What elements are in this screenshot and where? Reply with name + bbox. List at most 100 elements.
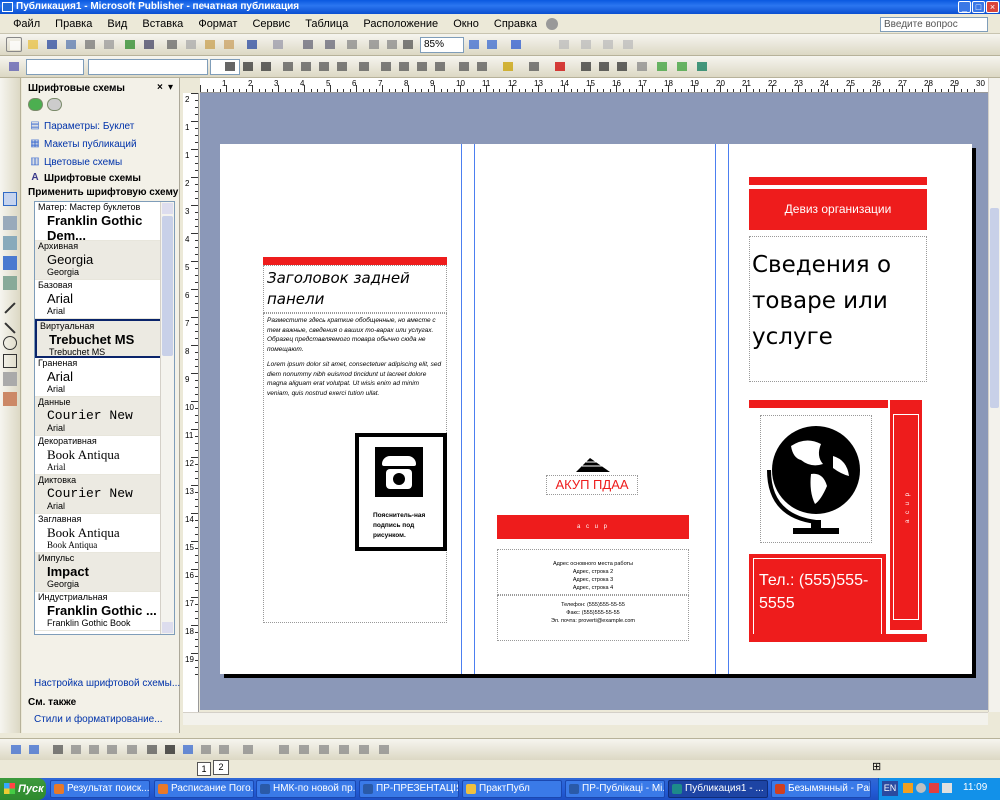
tray-network-icon[interactable] xyxy=(916,783,926,793)
menu-edit[interactable]: Правка xyxy=(49,14,98,34)
crop-icon[interactable] xyxy=(144,742,160,757)
font-scheme-item[interactable]: Декоративная Book Antiqua Arial xyxy=(35,436,174,475)
numbering-icon[interactable] xyxy=(378,59,394,74)
font-scheme-item[interactable]: Данные Courier New Arial xyxy=(35,397,174,436)
help-icon[interactable] xyxy=(508,37,524,52)
underline-icon[interactable] xyxy=(258,59,274,74)
special-chars-icon[interactable] xyxy=(384,37,400,52)
layout-tool-icon[interactable] xyxy=(50,742,66,757)
minimize-button[interactable]: _ xyxy=(958,1,971,13)
font-scheme-item[interactable]: Индустриальная Franklin Gothic ... Frankli… xyxy=(35,592,174,631)
menu-table[interactable]: Таблица xyxy=(299,14,354,34)
tray-volume-icon[interactable] xyxy=(942,783,952,793)
address-frame[interactable]: Адрес основного места работы Адрес, стро… xyxy=(497,549,689,595)
undo-icon[interactable] xyxy=(244,37,260,52)
scroll-thumb[interactable] xyxy=(162,216,173,356)
logo-text[interactable]: АКУП ПДАА xyxy=(546,475,638,495)
vertical-ruler[interactable]: 2 1 1 2 3 4 5 6 7 8 9 10 11 12 13 14 15 16 17 18 19 xyxy=(183,93,199,713)
link-publication-designs[interactable]: Макеты публикаций xyxy=(44,139,137,150)
circle-tool-icon[interactable] xyxy=(68,742,84,757)
link-color-schemes[interactable]: Цветовые схемы xyxy=(44,157,122,168)
next-frame-icon[interactable] xyxy=(620,37,636,52)
print-icon[interactable] xyxy=(82,37,98,52)
restore-button[interactable]: □ xyxy=(972,1,985,13)
line-color-icon[interactable] xyxy=(526,59,542,74)
picture-frame[interactable]: Пояснитель-ная подпись под рисунком. xyxy=(355,433,447,551)
flip-icon[interactable] xyxy=(124,742,140,757)
taskbar-button[interactable]: Расписание Пого... xyxy=(154,780,254,798)
scroll-down-icon[interactable] xyxy=(162,622,173,633)
design-gallery-icon[interactable] xyxy=(3,392,17,406)
print-preview-icon[interactable] xyxy=(101,37,117,52)
pen-icon[interactable] xyxy=(216,742,232,757)
taskbar-button[interactable]: Публикация1 - ... xyxy=(668,780,768,798)
search-file-icon[interactable] xyxy=(63,37,79,52)
brochure-page[interactable]: Заголовок задней панели Разместите здесь… xyxy=(220,144,972,674)
font-scheme-item[interactable]: Матер: Мастер буклетов Franklin Gothic De… xyxy=(35,202,174,253)
grow-font-icon[interactable] xyxy=(456,59,472,74)
font-scheme-item[interactable]: Граненая Arial Arial xyxy=(35,358,174,397)
italic-icon[interactable] xyxy=(240,59,256,74)
page-2-button[interactable]: 2 xyxy=(213,760,229,775)
arrow-tool-icon[interactable] xyxy=(4,322,16,334)
shadow-style-icon[interactable] xyxy=(634,59,650,74)
vertical-scrollbar[interactable] xyxy=(988,78,1000,712)
back-nav-icon[interactable] xyxy=(28,98,43,111)
menu-format[interactable]: Формат xyxy=(192,14,243,34)
bold-icon[interactable] xyxy=(222,59,238,74)
start-button[interactable]: Пуск xyxy=(0,778,46,800)
format-object-icon[interactable] xyxy=(694,59,710,74)
menu-insert[interactable]: Вставка xyxy=(136,14,189,34)
motto-banner[interactable]: Девиз организации xyxy=(749,189,927,230)
connect-frames-icon[interactable] xyxy=(556,37,572,52)
distribute-icon[interactable] xyxy=(296,742,312,757)
group-objects-icon[interactable] xyxy=(336,742,352,757)
rotate-left-icon[interactable] xyxy=(240,742,256,757)
font-color-icon[interactable] xyxy=(552,59,568,74)
disconnect-frames-icon[interactable] xyxy=(578,37,594,52)
zoom-in-icon[interactable] xyxy=(484,37,500,52)
snap-icon[interactable] xyxy=(104,742,120,757)
taskbar-button[interactable]: Результат поиск... xyxy=(50,780,150,798)
contacts-frame[interactable]: Телефон: (555)555-55-55 Факс: (555)555-5… xyxy=(497,595,689,641)
menu-arrange[interactable]: Расположение xyxy=(357,14,444,34)
align-center-icon[interactable] xyxy=(298,59,314,74)
font-scheme-item[interactable]: Базовая Arial Arial xyxy=(35,280,174,319)
font-scheme-item[interactable]: Архивная Georgia Georgia xyxy=(35,241,174,280)
arrow-style-icon[interactable] xyxy=(614,59,630,74)
font-scheme-item[interactable]: Виртуальная Trebuchet MS Trebuchet MS xyxy=(35,319,174,358)
back-title-frame[interactable]: Заголовок задней панели xyxy=(263,265,447,313)
columns-icon[interactable] xyxy=(366,37,382,52)
format-painter-icon[interactable] xyxy=(221,37,237,52)
justify-icon[interactable] xyxy=(334,59,350,74)
cross-tool-icon[interactable] xyxy=(86,742,102,757)
new-icon[interactable] xyxy=(6,37,22,52)
paste-icon[interactable] xyxy=(202,37,218,52)
bullets-icon[interactable] xyxy=(396,59,412,74)
tray-antivirus-icon[interactable] xyxy=(929,783,939,793)
menu-tools[interactable]: Сервис xyxy=(246,14,296,34)
text-wrap-icon[interactable] xyxy=(180,742,196,757)
forward-nav-icon[interactable] xyxy=(47,98,62,111)
bring-forward-icon[interactable] xyxy=(300,37,316,52)
page-1-button[interactable]: 1 xyxy=(197,762,211,776)
font-scheme-item[interactable]: Импульс Impact Georgia xyxy=(35,553,174,592)
office-assistant-icon[interactable] xyxy=(546,18,559,31)
text-box-icon[interactable] xyxy=(3,216,17,230)
save-icon[interactable] xyxy=(44,37,60,52)
research-icon[interactable] xyxy=(141,37,157,52)
shadow-icon[interactable] xyxy=(376,742,392,757)
decrease-indent-icon[interactable] xyxy=(414,59,430,74)
taskbar-button[interactable]: ПР-ПРЕЗЕНТАЦІЯ... xyxy=(359,780,459,798)
prev-frame-icon[interactable] xyxy=(600,37,616,52)
taskbar-button[interactable]: НМК-по новой пр... xyxy=(256,780,356,798)
cut-icon[interactable] xyxy=(164,37,180,52)
link-booklet-options[interactable]: Параметры: Буклет xyxy=(44,121,134,132)
line-tool-icon[interactable] xyxy=(4,302,16,314)
select-pointer-icon[interactable] xyxy=(3,192,17,206)
oval-tool-icon[interactable] xyxy=(3,336,17,350)
redo-icon[interactable] xyxy=(270,37,286,52)
font-scheme-item[interactable]: Диктовка Courier New Arial xyxy=(35,475,174,514)
close-button[interactable]: × xyxy=(986,1,999,13)
zoom-out-icon[interactable] xyxy=(466,37,482,52)
